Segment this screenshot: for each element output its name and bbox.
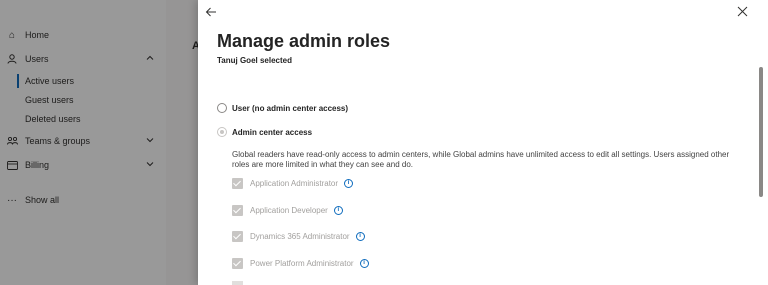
radio-label-no-access: User (no admin center access) (232, 103, 349, 113)
role-checkbox-row[interactable]: Power Platform Administrator i (232, 256, 369, 270)
checkbox-checked-disabled[interactable] (232, 204, 243, 216)
checkbox-checked-disabled[interactable] (232, 257, 243, 269)
role-label: Power Platform Administrator (250, 258, 354, 268)
back-button[interactable] (205, 6, 219, 20)
role-label: Dynamics 365 Administrator (250, 231, 350, 241)
panel-title: Manage admin roles (217, 31, 391, 51)
panel-scrollbar[interactable] (759, 67, 763, 197)
info-icon[interactable]: i (333, 205, 343, 215)
role-checkbox-row[interactable]: Dynamics 365 Administrator i (232, 229, 365, 243)
checkbox-checked-disabled[interactable] (232, 230, 243, 242)
selected-user-label: Tanuj Goel selected (217, 56, 292, 65)
info-icon[interactable]: i (359, 258, 369, 268)
radio-button-checked[interactable] (217, 127, 227, 137)
role-checkbox-row[interactable]: Application Administrator i (232, 176, 354, 190)
radio-button-unchecked[interactable] (217, 103, 227, 113)
checkbox-partially-visible[interactable] (232, 281, 243, 285)
arrow-left-icon (205, 7, 216, 17)
role-checkbox-row[interactable]: Application Developer i (232, 203, 343, 217)
manage-admin-roles-panel: Manage admin roles Tanuj Goel selected U… (198, 0, 768, 285)
radio-no-admin-access[interactable]: User (no admin center access) (217, 101, 348, 115)
close-button[interactable] (735, 6, 749, 20)
checkbox-checked-disabled[interactable] (232, 177, 243, 189)
info-icon[interactable]: i (344, 178, 354, 188)
radio-label-admin-access: Admin center access (232, 127, 313, 137)
close-icon (737, 6, 747, 17)
role-description: Global readers have read-only access to … (232, 150, 730, 169)
role-label: Application Administrator (250, 178, 339, 188)
info-icon[interactable]: i (355, 231, 365, 241)
radio-admin-center-access[interactable]: Admin center access (217, 125, 312, 139)
role-label: Application Developer (250, 205, 328, 215)
